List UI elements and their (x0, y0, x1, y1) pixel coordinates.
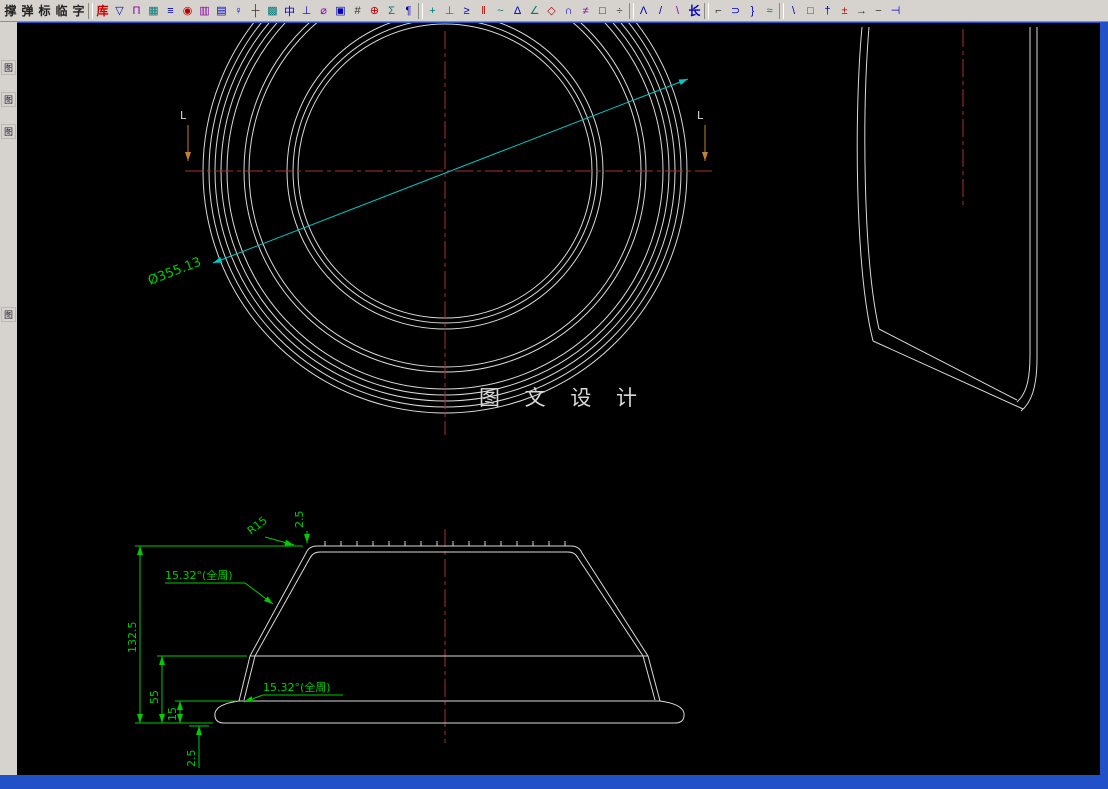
toolbar-tool-icon[interactable]: ⊣ (887, 2, 904, 20)
toolbar-tool-icon[interactable]: Δ (509, 2, 526, 20)
left-toolbar: 图图图图 (0, 22, 17, 775)
section-markers[interactable]: L L (180, 109, 708, 161)
toolbar-tool-icon[interactable]: ≥ (458, 2, 475, 20)
toolbar-tool-icon[interactable]: ~ (492, 2, 509, 20)
side-toolbar-icon[interactable]: 图 (1, 92, 16, 107)
section-view[interactable] (214, 541, 685, 724)
dim-height-base[interactable]: 55 (148, 690, 161, 704)
side-toolbar-icon[interactable]: 图 (1, 124, 16, 139)
diameter-label[interactable]: Ø355.13 (146, 255, 203, 289)
toolbar-tool-icon[interactable]: → (853, 2, 870, 20)
side-view[interactable] (856, 26, 1038, 412)
toolbar-tool-icon[interactable]: \ (669, 2, 686, 20)
drawing-area[interactable]: Ø355.13 L L 图 文 设 计 132.5 55 15 2.5 2.5 … (17, 22, 1108, 775)
toolbar-tool-icon[interactable]: ┼ (247, 2, 264, 20)
toolbar-tool-icon[interactable]: Σ (383, 2, 400, 20)
toolbar-tool-icon[interactable]: \ (785, 2, 802, 20)
toolbar-tool-icon[interactable]: ▩ (264, 2, 281, 20)
section-dimensions[interactable]: 132.5 55 15 2.5 2.5 R15 15.32°(全周) 15.32… (126, 511, 343, 769)
toolbar-button[interactable]: 临 (53, 2, 70, 20)
dim-height-flange[interactable]: 15 (166, 707, 179, 721)
watermark-text[interactable]: 图 文 设 计 (479, 386, 646, 410)
toolbar-separator (88, 2, 93, 19)
toolbar-tool-icon[interactable]: − (870, 2, 887, 20)
toolbar-tool-icon[interactable]: ♀ (230, 2, 247, 20)
toolbar-tool-icon[interactable]: † (819, 2, 836, 20)
toolbar-tool-icon[interactable]: } (744, 2, 761, 20)
toolbar-tool-icon[interactable]: ▤ (213, 2, 230, 20)
toolbar-separator (704, 2, 709, 19)
toolbar-tool-icon[interactable]: ⊥ (441, 2, 458, 20)
cad-application-window: 撑弹标临字库 ▽ Π ▦ ≡ ◉ ▥ ▤ ♀ ┼ ▩ 中 ⊥ ⌀ ▣ # ⊕ Σ ¶ + ⊥ ≥ ‖ ~ Δ ∠ ◇ ∩ ≠ □ ÷ Λ / \ 长… (0, 0, 1108, 789)
toolbar-tool-icon[interactable]: Π (128, 2, 145, 20)
toolbar-tool-icon[interactable]: / (652, 2, 669, 20)
workspace: 图图图图 Ø355.13 L L 图 文 设 计 132.5 55 15 2.5… (0, 22, 1108, 775)
toolbar-tool-icon[interactable]: ∠ (526, 2, 543, 20)
drawing-canvas[interactable]: Ø355.13 L L 图 文 设 计 132.5 55 15 2.5 2.5 … (17, 23, 1100, 776)
toolbar-tool-icon[interactable]: ÷ (611, 2, 628, 20)
toolbar-button[interactable]: 撑 (2, 2, 19, 20)
toolbar-button[interactable]: 字 (70, 2, 87, 20)
toolbar-tool-icon[interactable]: Λ (635, 2, 652, 20)
top-toolbar: 撑弹标临字库 ▽ Π ▦ ≡ ◉ ▥ ▤ ♀ ┼ ▩ 中 ⊥ ⌀ ▣ # ⊕ Σ ¶ + ⊥ ≥ ‖ ~ Δ ∠ ◇ ∩ ≠ □ ÷ Λ / \ 长… (0, 0, 1108, 22)
toolbar-button[interactable]: 长 (686, 2, 703, 20)
toolbar-tool-icon[interactable]: □ (802, 2, 819, 20)
toolbar-tool-icon[interactable]: ≡ (162, 2, 179, 20)
section-label-left[interactable]: L (180, 109, 187, 122)
toolbar-button[interactable]: 库 (94, 2, 111, 20)
toolbar-tool-icon[interactable]: □ (594, 2, 611, 20)
toolbar-tool-icon[interactable]: ⊕ (366, 2, 383, 20)
toolbar-tool-icon[interactable]: ± (836, 2, 853, 20)
window-bottom-border (0, 775, 1108, 789)
toolbar-tool-icon[interactable]: ◇ (543, 2, 560, 20)
toolbar-tool-icon[interactable]: ▥ (196, 2, 213, 20)
toolbar-tool-icon[interactable]: ▣ (332, 2, 349, 20)
toolbar-separator (418, 2, 423, 19)
dim-height-total[interactable]: 132.5 (126, 622, 139, 654)
side-toolbar-icon[interactable]: 图 (1, 60, 16, 75)
toolbar-tool-icon[interactable]: ⊥ (298, 2, 315, 20)
toolbar-button[interactable]: 标 (36, 2, 53, 20)
toolbar-button[interactable]: 弹 (19, 2, 36, 20)
toolbar-tool-icon[interactable]: ⌀ (315, 2, 332, 20)
section-label-right[interactable]: L (697, 109, 704, 122)
toolbar-tool-icon[interactable]: ∩ (560, 2, 577, 20)
dim-angle-upper[interactable]: 15.32°(全周) (165, 568, 233, 582)
dim-radius-top[interactable]: R15 (245, 514, 270, 538)
toolbar-tool-icon[interactable]: + (424, 2, 441, 20)
toolbar-tool-icon[interactable]: ▽ (111, 2, 128, 20)
dim-angle-lower[interactable]: 15.32°(全周) (263, 680, 331, 694)
toolbar-tool-icon[interactable]: ⌐ (710, 2, 727, 20)
toolbar-tool-icon[interactable]: ▦ (145, 2, 162, 20)
toolbar-tool-icon[interactable]: ¶ (400, 2, 417, 20)
toolbar-tool-icon[interactable]: ◉ (179, 2, 196, 20)
dim-thickness-bottom[interactable]: 2.5 (185, 750, 198, 768)
toolbar-tool-icon[interactable]: ⊃ (727, 2, 744, 20)
side-toolbar-icon[interactable]: 图 (1, 307, 16, 322)
toolbar-tool-icon[interactable]: # (349, 2, 366, 20)
toolbar-tool-icon[interactable]: ≈ (761, 2, 778, 20)
dim-thickness-top[interactable]: 2.5 (293, 511, 306, 529)
toolbar-separator (779, 2, 784, 19)
toolbar-tool-icon[interactable]: 中 (281, 2, 298, 20)
toolbar-separator (629, 2, 634, 19)
toolbar-tool-icon[interactable]: ≠ (577, 2, 594, 20)
toolbar-tool-icon[interactable]: ‖ (475, 2, 492, 20)
